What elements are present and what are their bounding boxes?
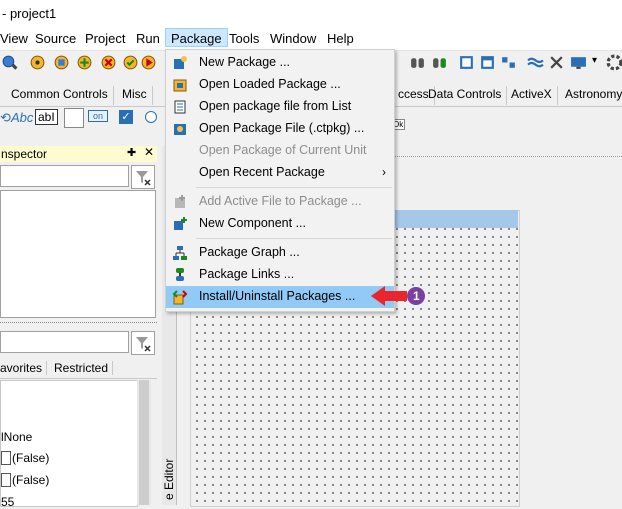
menu-separator bbox=[196, 187, 392, 188]
annotation-callout: 1 bbox=[371, 284, 427, 308]
object-inspector-title: nspector bbox=[1, 147, 48, 161]
tab-common-controls[interactable]: Common Controls bbox=[6, 86, 114, 105]
menu-item-open-from-list[interactable]: Open package file from List bbox=[166, 96, 394, 118]
inspector-tabs: avorites Restricted bbox=[0, 358, 157, 379]
menu-item-open-package-current-unit[interactable]: Open Package of Current Unit bbox=[166, 140, 394, 162]
add-file-icon bbox=[175, 195, 185, 208]
find-next-icon[interactable] bbox=[431, 54, 448, 71]
submenu-arrow-icon: › bbox=[382, 165, 386, 179]
component-filter-input[interactable] bbox=[0, 165, 129, 187]
tab-restricted[interactable]: Restricted bbox=[54, 361, 114, 375]
filter-icon bbox=[136, 171, 151, 186]
find-icon[interactable] bbox=[409, 54, 426, 71]
property-scrollbar[interactable] bbox=[137, 380, 151, 505]
package-run-icon[interactable] bbox=[140, 54, 157, 71]
package-links-icon bbox=[176, 268, 184, 281]
filter-clear-button[interactable] bbox=[131, 165, 155, 189]
menu-item-open-loaded-package[interactable]: Open Loaded Package ... bbox=[166, 74, 394, 96]
tab-favorites[interactable]: avorites bbox=[0, 361, 48, 375]
menu-help[interactable]: Help bbox=[327, 31, 354, 46]
object-inspector-header: nspector ✚ ✕ bbox=[0, 145, 157, 162]
package-menu: New Package ... Open Loaded Package ... … bbox=[165, 49, 395, 312]
title-bar: - project1 bbox=[0, 0, 622, 28]
property-filter-clear-button[interactable] bbox=[131, 331, 155, 355]
menu-source[interactable]: Source bbox=[35, 31, 76, 46]
property-value[interactable]: (False) bbox=[12, 473, 49, 487]
package-open-icon[interactable] bbox=[29, 54, 46, 71]
tab-data-controls[interactable]: Data Controls bbox=[423, 86, 508, 105]
install-packages-icon bbox=[172, 290, 188, 305]
open-package-file-icon bbox=[174, 124, 186, 135]
package-graph-icon bbox=[173, 246, 187, 260]
open-loaded-package-icon bbox=[173, 79, 187, 92]
property-value[interactable]: lNone bbox=[1, 430, 32, 444]
property-filter-input[interactable] bbox=[0, 331, 129, 353]
menu-bar: View Source Project Run Package Tools Wi… bbox=[0, 28, 622, 51]
radio-component-icon[interactable] bbox=[145, 111, 157, 123]
gear-icon[interactable] bbox=[606, 54, 622, 71]
menu-item-add-active-file[interactable]: Add Active File to Package ... bbox=[166, 191, 394, 213]
wave-icon[interactable] bbox=[527, 54, 544, 71]
undo-component-icon[interactable]: ⟲ bbox=[0, 110, 11, 126]
property-grid: lNone (False) (False) 55 bbox=[0, 380, 138, 509]
menu-item-package-links[interactable]: Package Links ... bbox=[166, 264, 394, 286]
checkbox-component-icon[interactable]: ✓ bbox=[119, 110, 133, 124]
menu-item-open-package-file[interactable]: Open Package File (.ctpkg) ... bbox=[166, 118, 394, 140]
property-value[interactable]: 55 bbox=[1, 495, 14, 509]
toggle-component[interactable]: on bbox=[88, 110, 109, 122]
new-package-icon bbox=[174, 56, 187, 69]
menu-item-install-uninstall-packages[interactable]: Install/Uninstall Packages ... bbox=[166, 286, 394, 308]
menu-item-open-recent-package[interactable]: Open Recent Package › bbox=[166, 162, 394, 184]
close-icon[interactable]: ✕ bbox=[144, 145, 154, 159]
tab-astronomy[interactable]: Astronomy bbox=[560, 86, 622, 105]
package-compile-icon[interactable] bbox=[122, 54, 139, 71]
menu-package[interactable]: Package bbox=[165, 28, 228, 47]
open-from-list-icon bbox=[174, 100, 186, 114]
editor-side-label: e Editor bbox=[162, 458, 176, 500]
window-title: - project1 bbox=[2, 6, 57, 21]
package-save-icon[interactable] bbox=[53, 54, 70, 71]
label-component[interactable]: Abc bbox=[11, 110, 33, 125]
tab-activex[interactable]: ActiveX bbox=[506, 86, 558, 105]
monitor-dropdown-icon[interactable]: ▾ bbox=[592, 55, 597, 66]
new-component-icon bbox=[174, 217, 187, 230]
property-checkbox[interactable] bbox=[1, 473, 11, 487]
package-add-icon[interactable] bbox=[76, 54, 93, 71]
property-checkbox[interactable] bbox=[1, 451, 11, 465]
step-badge: 1 bbox=[413, 289, 420, 303]
menu-project[interactable]: Project bbox=[85, 31, 125, 46]
menu-item-new-package[interactable]: New Package ... bbox=[166, 52, 394, 74]
menu-item-package-graph[interactable]: Package Graph ... bbox=[166, 242, 394, 264]
menu-view[interactable]: View bbox=[0, 31, 28, 46]
tools-icon[interactable] bbox=[548, 54, 565, 71]
toggle-form-icon[interactable] bbox=[500, 54, 517, 71]
edit-component[interactable]: abI bbox=[35, 109, 58, 125]
view-units-icon[interactable] bbox=[458, 54, 475, 71]
filter-icon bbox=[136, 337, 151, 352]
package-remove-icon[interactable] bbox=[100, 54, 117, 71]
property-value[interactable]: (False) bbox=[12, 451, 49, 465]
editor-side-label-wrap: e Editor bbox=[162, 440, 176, 505]
search-icon[interactable] bbox=[1, 54, 18, 71]
menu-item-new-component[interactable]: New Component ... bbox=[166, 213, 394, 235]
monitor-icon[interactable] bbox=[570, 54, 587, 71]
menu-run[interactable]: Run bbox=[136, 31, 160, 46]
view-forms-icon[interactable] bbox=[479, 54, 496, 71]
tab-misc[interactable]: Misc bbox=[117, 86, 153, 105]
menu-separator bbox=[196, 238, 392, 239]
pin-icon[interactable]: ✚ bbox=[127, 146, 136, 159]
memo-component-icon[interactable] bbox=[64, 108, 84, 128]
menu-tools[interactable]: Tools bbox=[229, 31, 259, 46]
splitter[interactable] bbox=[0, 322, 157, 325]
menu-window[interactable]: Window bbox=[270, 31, 316, 46]
scrollbar-thumb[interactable] bbox=[139, 380, 149, 505]
component-tree[interactable] bbox=[0, 190, 156, 318]
